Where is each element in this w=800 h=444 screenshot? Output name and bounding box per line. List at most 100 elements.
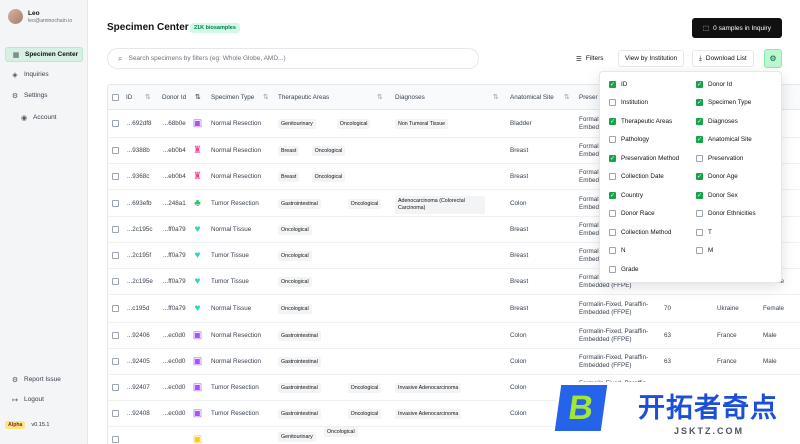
select-all-checkbox[interactable] [112,94,119,101]
column-option-anatomical-site[interactable]: ✓ Anatomical Site [696,136,752,143]
sort-icon[interactable]: ⇅ [377,93,383,101]
column-option-pathology[interactable]: Pathology [609,136,649,143]
inquiry-button[interactable]: ⬚ 0 samples in Inquiry [692,18,782,38]
column-header-diagnoses[interactable]: Diagnoses [395,85,425,110]
column-option-n[interactable]: N [609,247,626,254]
column-header-donor-id[interactable]: Donor Id [162,85,186,110]
row-checkbox[interactable] [112,120,119,127]
checkbox[interactable] [609,173,616,180]
cell-specimen-type: Normal Resection [211,173,262,180]
row-checkbox[interactable] [112,226,119,233]
column-option-donor-age[interactable]: ✓ Donor Age [696,173,738,180]
report-issue-button[interactable]: ⚙ Report Issue [5,372,83,387]
checkbox[interactable] [609,210,616,217]
column-option-preservation[interactable]: Preservation [696,155,743,162]
checkbox[interactable] [609,266,616,273]
row-checkbox[interactable] [112,305,119,312]
version-info: Alpha v0.15.1 [5,421,49,429]
checkbox[interactable]: ✓ [609,192,616,199]
row-checkbox[interactable] [112,147,119,154]
table-row[interactable]: ...92406 ...ec0d0 ▣ Normal Resection Gastroi… [108,323,800,349]
row-checkbox[interactable] [112,410,119,417]
column-option-donor-ethnicities[interactable]: Donor Ethnicities [696,210,756,217]
checkbox[interactable] [609,247,616,254]
column-option-id[interactable]: ✓ ID [609,81,627,88]
view-by-institution-button[interactable]: View by Institution [618,50,685,67]
column-option-m[interactable]: M [696,247,713,254]
sort-icon[interactable]: ⇅ [145,93,151,101]
sidebar-item-account[interactable]: ◉ Account [14,110,74,125]
checkbox[interactable] [609,99,616,106]
column-header-anatomical-site[interactable]: Anatomical Site [510,85,554,110]
checkbox[interactable] [696,247,703,254]
checkbox[interactable]: ✓ [609,118,616,125]
column-option-grade[interactable]: Grade [609,266,639,273]
specimen-type-icon: ♥ [194,224,201,235]
checkbox[interactable]: ✓ [609,81,616,88]
column-option-label: ID [621,81,628,88]
checkbox[interactable]: ✓ [696,136,703,143]
column-header-preservation[interactable]: Preser [579,85,598,110]
sidebar-item-inquiries[interactable]: ◈ Inquiries [5,67,83,82]
biosample-count-badge: 21K biosamples [190,23,240,33]
row-checkbox[interactable] [112,332,119,339]
column-option-preservation-method[interactable]: ✓ Preservation Method [609,155,679,162]
search-bar[interactable]: ⌕ [107,48,479,69]
column-option-donor-sex[interactable]: ✓ Donor Sex [696,192,738,199]
logout-button[interactable]: ↦ Logout [5,392,83,407]
checkbox[interactable] [609,136,616,143]
column-option-specimen-type[interactable]: ✓ Specimen Type [696,99,751,106]
checkbox[interactable] [609,229,616,236]
column-header-id[interactable]: ID [126,85,132,110]
row-checkbox[interactable] [112,173,119,180]
column-option-diagnoses[interactable]: ✓ Diagnoses [696,118,738,125]
specimen-type-icon: ♥ [194,303,201,314]
checkbox[interactable]: ✓ [696,81,703,88]
column-option-collection-date[interactable]: Collection Date [609,173,664,180]
row-checkbox[interactable] [112,384,119,391]
column-header-specimen-type[interactable]: Specimen Type [211,85,254,110]
column-option-donor-race[interactable]: Donor Race [609,210,655,217]
checkbox[interactable]: ✓ [609,155,616,162]
sort-icon[interactable]: ⇅ [564,93,570,101]
checkbox[interactable] [696,210,703,217]
search-input[interactable] [128,55,459,62]
cell-id: ...2c195e [127,278,153,285]
therapeutic-area-tag: Oncological [278,251,312,261]
row-checkbox[interactable] [112,200,119,207]
sort-icon[interactable]: ⇅ [263,93,269,101]
sort-icon[interactable]: ⇅ [493,93,499,101]
checkbox[interactable] [696,155,703,162]
column-settings-button[interactable]: ⚙ [764,49,782,68]
column-option-collection-method[interactable]: Collection Method [609,229,671,236]
row-checkbox[interactable] [112,252,119,259]
column-option-donor-id[interactable]: ✓ Donor Id [696,81,732,88]
checkbox[interactable]: ✓ [696,192,703,199]
checkbox[interactable]: ✓ [696,173,703,180]
cell-specimen-type: Normal Tissue [211,305,252,312]
checkbox[interactable] [696,229,703,236]
column-option-label: Donor Race [621,210,655,217]
column-header-therapeutic-areas[interactable]: Therapeutic Areas [278,85,329,110]
column-option-therapeutic-areas[interactable]: ✓ Therapeutic Areas [609,118,672,125]
checkbox[interactable]: ✓ [696,99,703,106]
column-option-country[interactable]: ✓ Country [609,192,643,199]
row-checkbox[interactable] [112,436,119,443]
cell-anatomical-site: Breast [510,226,529,233]
therapeutic-area-tag: Oncological [324,427,358,437]
checkbox[interactable]: ✓ [696,118,703,125]
user-profile[interactable]: Leo leo@aminochain.io [8,9,72,24]
download-list-button[interactable]: ⤓ Download List [692,50,754,67]
table-row[interactable]: ...92405 ...ec0d0 ▣ Normal Resection Gastroi… [108,349,800,375]
row-checkbox[interactable] [112,278,119,285]
sidebar-item-specimen-center[interactable]: ▦ Specimen Center [5,47,83,62]
specimen-type-icon: ▣ [192,408,203,419]
sort-icon[interactable]: ⇅ [195,93,201,101]
column-option-institution[interactable]: Institution [609,99,648,106]
table-row[interactable]: ...c195d ...ff0a79 ♥ Normal Tissue Oncologic… [108,295,800,323]
filters-button[interactable]: ☰ Filters [570,50,610,67]
row-checkbox[interactable] [112,358,119,365]
column-option-t[interactable]: T [696,229,712,236]
cell-donor-id: ...ec0d0 [163,384,186,391]
sidebar-item-settings[interactable]: ⚙ Settings [5,88,83,103]
